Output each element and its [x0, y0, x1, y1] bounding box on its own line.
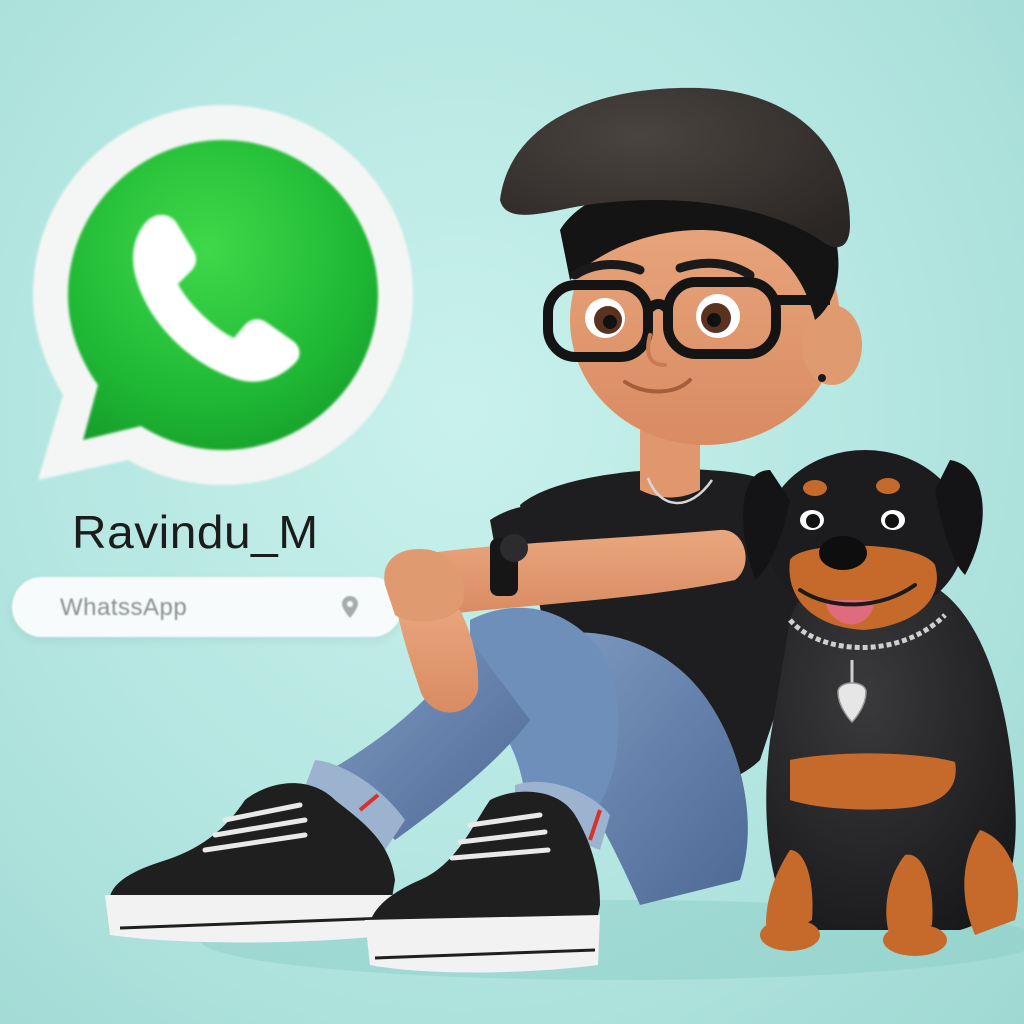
rottweiler-dog [743, 450, 1019, 956]
character-illustration [105, 87, 1024, 980]
scene: Ravindu_M WhatssApp [0, 0, 1024, 1024]
